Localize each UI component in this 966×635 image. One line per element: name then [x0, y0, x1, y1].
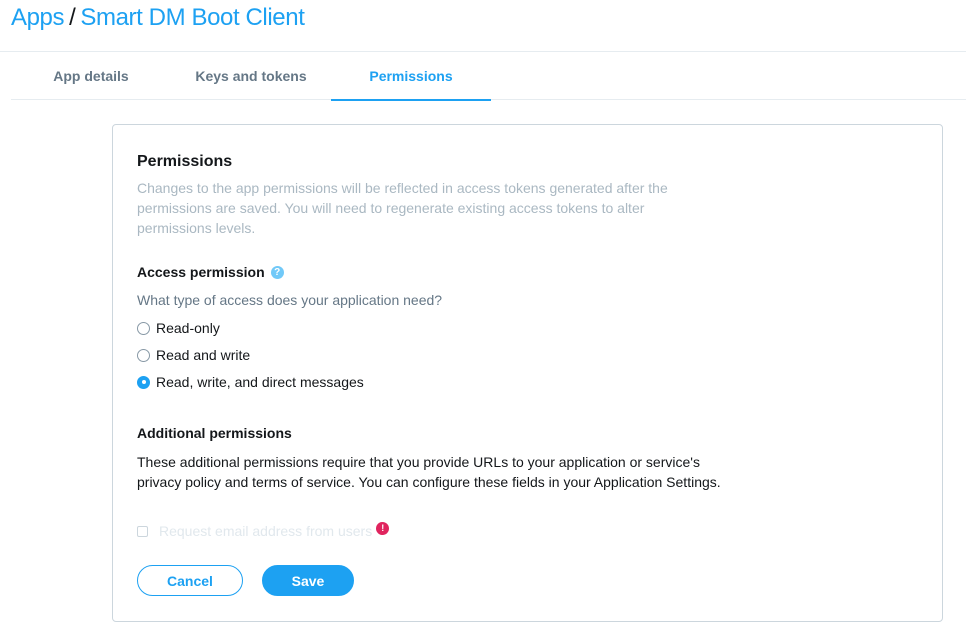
- breadcrumb-separator: /: [69, 4, 76, 31]
- access-question: What type of access does your applicatio…: [137, 292, 443, 308]
- radio-button-selected[interactable]: [137, 375, 150, 389]
- permissions-title: Permissions: [137, 153, 233, 170]
- tab-permissions[interactable]: Permissions: [331, 52, 491, 101]
- help-icon[interactable]: ?: [270, 265, 284, 279]
- tab-label: Keys and tokens: [195, 68, 307, 84]
- tab-app-details[interactable]: App details: [11, 52, 171, 100]
- tab-underline: [11, 99, 171, 101]
- breadcrumb: Apps / Smart DM Boot Client: [11, 4, 305, 32]
- email-permission-row: Request email address from users !: [137, 521, 390, 539]
- permissions-description: Changes to the app permissions will be r…: [137, 180, 668, 236]
- radio-button[interactable]: [137, 321, 150, 335]
- breadcrumb-current-app: Smart DM Boot Client: [80, 4, 305, 31]
- radio-label: Read-only: [156, 320, 220, 336]
- radio-read-write-dm[interactable]: Read, write, and direct messages: [137, 373, 364, 391]
- breadcrumb-apps-link[interactable]: Apps: [11, 4, 65, 31]
- email-permission-checkbox[interactable]: [137, 525, 148, 537]
- tab-label: App details: [53, 68, 129, 84]
- email-permission-label: Request email address from users: [159, 523, 373, 539]
- additional-permissions-title: Additional permissions: [137, 425, 292, 441]
- additional-permissions-description: These additional permissions require tha…: [137, 454, 721, 490]
- warning-icon: !: [376, 521, 390, 535]
- save-button[interactable]: Save: [262, 565, 354, 596]
- radio-label: Read, write, and direct messages: [156, 374, 364, 390]
- permissions-card: Permissions Changes to the app permissio…: [112, 124, 943, 622]
- cancel-button[interactable]: Cancel: [137, 565, 243, 596]
- tab-underline: [171, 99, 331, 101]
- radio-label: Read and write: [156, 347, 251, 363]
- radio-read-and-write[interactable]: Read and write: [137, 346, 250, 364]
- tab-keys-and-tokens[interactable]: Keys and tokens: [171, 52, 331, 100]
- access-permission-heading: Access permission ?: [137, 264, 284, 280]
- tab-label: Permissions: [369, 68, 453, 84]
- radio-read-only[interactable]: Read-only: [137, 319, 220, 337]
- tab-active-underline: [331, 99, 491, 101]
- access-permission-title: Access permission: [137, 264, 265, 280]
- radio-button[interactable]: [137, 348, 150, 362]
- tab-bar: App details Keys and tokens Permissions: [11, 52, 966, 101]
